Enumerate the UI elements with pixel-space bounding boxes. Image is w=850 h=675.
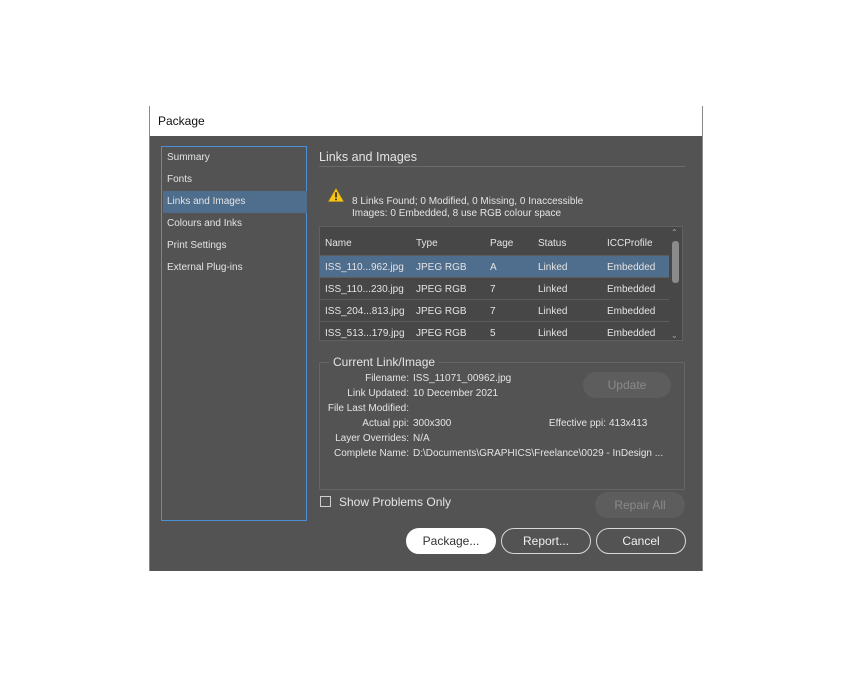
- repair-all-button[interactable]: Repair All: [595, 492, 685, 518]
- section-divider: [319, 166, 685, 167]
- file-last-modified-label: File Last Modified:: [327, 403, 409, 414]
- actual-ppi-label: Actual ppi:: [362, 418, 409, 429]
- chevron-down-icon[interactable]: ⌄: [671, 331, 678, 340]
- table-scrollbar[interactable]: ⌃ ⌄: [669, 227, 682, 340]
- show-problems-label[interactable]: Show Problems Only: [339, 495, 451, 509]
- sidebar-item-external-plug-ins[interactable]: External Plug-ins: [163, 257, 307, 279]
- summary-line-images: Images: 0 Embedded, 8 use RGB colour spa…: [352, 208, 562, 219]
- section-title: Links and Images: [319, 150, 417, 164]
- link-updated-label: Link Updated:: [347, 388, 409, 399]
- cell-page: 7: [490, 284, 496, 295]
- filename-label: Filename:: [365, 373, 409, 384]
- current-link-legend: Current Link/Image: [329, 355, 440, 369]
- cell-name: ISS_513...179.jpg: [325, 328, 405, 339]
- window-title: Package: [158, 114, 205, 128]
- cell-name: ISS_110...230.jpg: [325, 284, 404, 295]
- column-header-name[interactable]: Name: [325, 238, 352, 249]
- effective-ppi-label: Effective ppi:: [548, 418, 606, 429]
- cell-status: Linked: [538, 284, 568, 295]
- cell-status: Linked: [538, 306, 568, 317]
- complete-name-label: Complete Name:: [333, 448, 409, 459]
- links-table[interactable]: Name Type Page Status ICCProfile ISS_110…: [319, 226, 683, 341]
- cell-name: ISS_204...813.jpg: [325, 306, 405, 317]
- cell-icc: Embedded: [607, 306, 656, 317]
- package-dialog: Package Summary Fonts Links and Images C…: [149, 106, 703, 571]
- cell-page: 5: [490, 328, 496, 339]
- summary-line-links: 8 Links Found; 0 Modified, 0 Missing, 0 …: [352, 196, 584, 207]
- sidebar-item-print-settings[interactable]: Print Settings: [163, 235, 307, 257]
- column-header-type[interactable]: Type: [416, 238, 438, 249]
- cell-page: 7: [490, 306, 496, 317]
- links-summary: 8 Links Found; 0 Modified, 0 Missing, 0 …: [352, 196, 583, 220]
- package-button[interactable]: Package...: [406, 528, 496, 554]
- column-header-status[interactable]: Status: [538, 238, 566, 249]
- cell-type: JPEG RGB: [416, 306, 467, 317]
- warning-triangle-icon: [328, 188, 344, 202]
- table-row[interactable]: ISS_110...962.jpg JPEG RGB A Linked Embe…: [320, 256, 670, 278]
- actual-ppi-value: 300x300: [413, 418, 452, 429]
- link-updated-value: 10 December 2021: [413, 388, 499, 399]
- title-bar[interactable]: Package: [150, 106, 702, 136]
- sidebar-item-links-and-images[interactable]: Links and Images: [163, 191, 307, 213]
- effective-ppi-value: 413x413: [609, 418, 648, 429]
- complete-name-value: D:\Documents\GRAPHICS\Freelance\0029 - I…: [413, 448, 664, 459]
- cell-icc: Embedded: [607, 262, 656, 273]
- cell-status: Linked: [538, 262, 568, 273]
- sidebar-item-summary[interactable]: Summary: [163, 147, 307, 169]
- show-problems-checkbox[interactable]: [320, 496, 331, 507]
- filename-value: ISS_11071_00962.jpg: [413, 373, 512, 384]
- cell-icc: Embedded: [607, 328, 656, 339]
- cell-page: A: [490, 262, 497, 273]
- table-row[interactable]: ISS_513...179.jpg JPEG RGB 5 Linked Embe…: [320, 322, 670, 340]
- cell-name: ISS_110...962.jpg: [325, 262, 404, 273]
- cell-status: Linked: [538, 328, 568, 339]
- cell-type: JPEG RGB: [416, 262, 467, 273]
- column-header-page[interactable]: Page: [490, 238, 513, 249]
- sidebar: Summary Fonts Links and Images Colours a…: [161, 146, 307, 521]
- sidebar-item-colours-and-inks[interactable]: Colours and Inks: [163, 213, 307, 235]
- cell-type: JPEG RGB: [416, 328, 467, 339]
- layer-overrides-value: N/A: [413, 433, 430, 444]
- sidebar-item-fonts[interactable]: Fonts: [163, 169, 307, 191]
- report-button[interactable]: Report...: [501, 528, 591, 554]
- table-row[interactable]: ISS_110...230.jpg JPEG RGB 7 Linked Embe…: [320, 278, 670, 300]
- layer-overrides-label: Layer Overrides:: [335, 433, 409, 444]
- column-header-iccprofile[interactable]: ICCProfile: [607, 238, 653, 249]
- cell-icc: Embedded: [607, 284, 656, 295]
- update-button[interactable]: Update: [583, 372, 671, 398]
- cancel-button[interactable]: Cancel: [596, 528, 686, 554]
- cell-type: JPEG RGB: [416, 284, 467, 295]
- table-row[interactable]: ISS_204...813.jpg JPEG RGB 7 Linked Embe…: [320, 300, 670, 322]
- chevron-up-icon[interactable]: ⌃: [671, 228, 678, 237]
- scrollbar-thumb[interactable]: [672, 241, 679, 283]
